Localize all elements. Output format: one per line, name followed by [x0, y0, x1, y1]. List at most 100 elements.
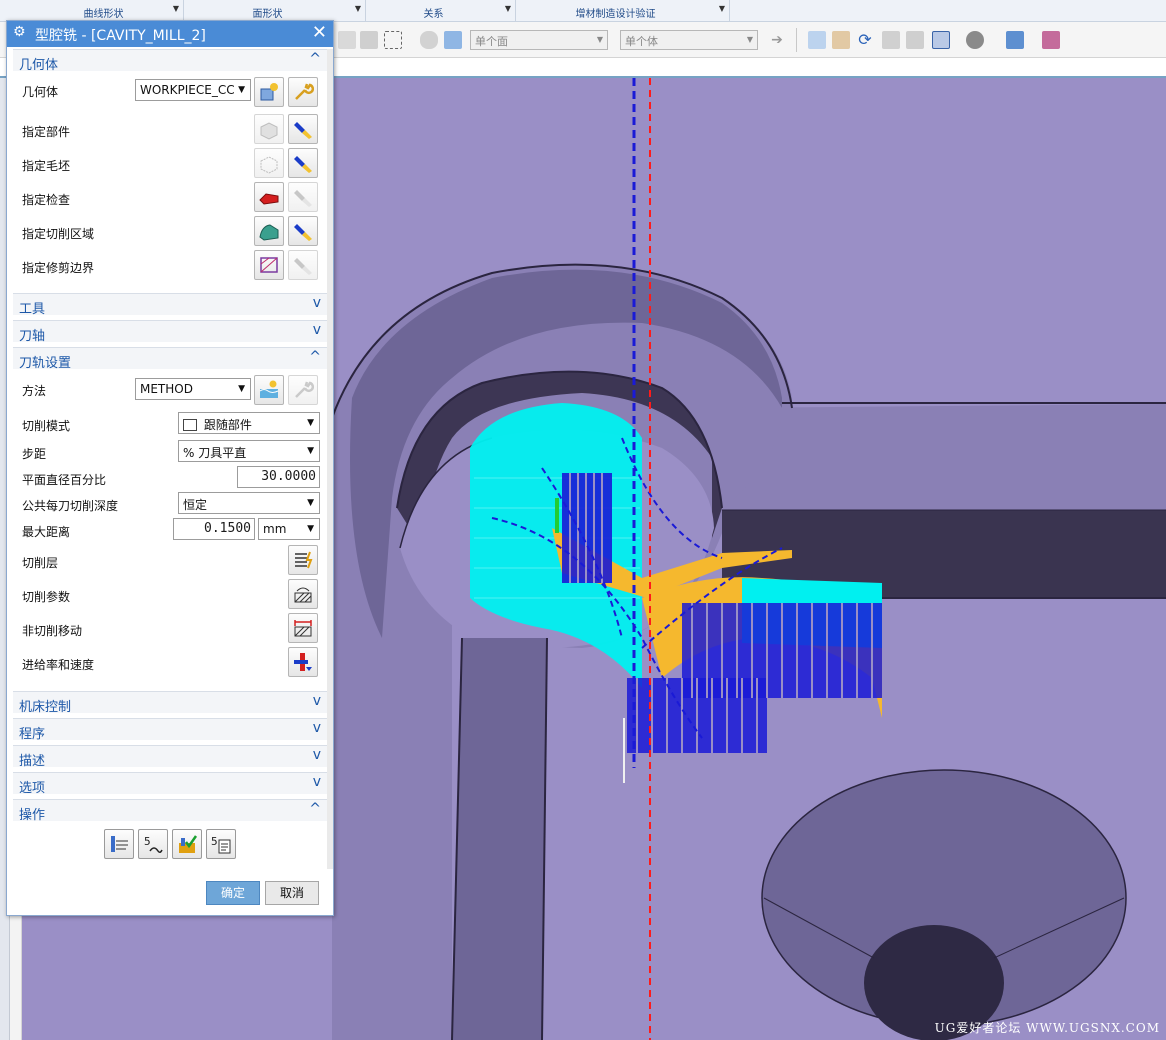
cut-parameters-button[interactable] [288, 579, 318, 609]
new-geometry-icon [260, 83, 278, 101]
face-rule-icon[interactable] [420, 31, 438, 49]
chevron-down-icon: ▼ [718, 4, 725, 13]
section-label: 机床控制 [19, 700, 72, 715]
chevron-down-icon: ▼ [596, 35, 603, 44]
flashlight-icon [294, 190, 312, 207]
render-style-icon[interactable] [932, 31, 950, 49]
face-rule-dropdown[interactable]: 单个面 ▼ [470, 30, 608, 50]
chevron-down-icon: ▼ [354, 4, 361, 13]
list-icon: 5 [211, 835, 231, 854]
section-description[interactable]: 描述 v [13, 745, 327, 769]
select-check-button[interactable] [254, 182, 284, 212]
select-cut-area-button[interactable] [254, 216, 284, 246]
common-depth-select[interactable]: 恒定 ▼ [178, 492, 320, 514]
fit-view-icon[interactable] [808, 31, 826, 49]
section-tool-axis[interactable]: 刀轴 v [13, 320, 327, 344]
section-label: 刀轴 [19, 329, 46, 344]
body-rule-icon[interactable] [444, 31, 462, 49]
percent-flat-diameter-input[interactable]: 30.0000 [237, 466, 320, 488]
cancel-button[interactable]: 取消 [265, 881, 319, 905]
replay-icon: 5 [144, 835, 163, 854]
non-cutting-moves-button[interactable] [288, 613, 318, 643]
cut-levels-button[interactable] [288, 545, 318, 575]
ribbon-group-relations[interactable]: 关系 ▼ [366, 0, 516, 22]
feeds-speeds-icon [294, 653, 312, 671]
section-label: 选项 [19, 781, 46, 796]
common-depth-value: 恒定 [183, 498, 208, 512]
view-layer-icon[interactable] [832, 31, 850, 49]
replay-toolpath-button[interactable]: 5 [138, 829, 168, 859]
rotate-icon[interactable]: ⟳ [856, 31, 874, 49]
section-label: 刀轨设置 [19, 356, 72, 371]
view-cube-icon[interactable] [1006, 31, 1024, 49]
cut-pattern-select[interactable]: 跟随部件 ▼ [178, 412, 320, 434]
rectangle-select-icon[interactable] [384, 31, 402, 49]
ok-button[interactable]: 确定 [206, 881, 260, 905]
section-actions[interactable]: 操作 ^ [13, 799, 327, 823]
stepover-select[interactable]: % 刀具平直 ▼ [178, 440, 320, 462]
display-trim-boundary-button[interactable] [288, 250, 318, 280]
select-part-button[interactable] [254, 114, 284, 144]
display-mode-icon[interactable] [966, 31, 984, 49]
gear-icon: ⚙ [13, 24, 26, 40]
chevron-down-icon: ▼ [307, 498, 314, 508]
method-select[interactable]: METHOD ▼ [135, 378, 251, 400]
display-cut-area-button[interactable] [288, 216, 318, 246]
section-machine-control[interactable]: 机床控制 v [13, 691, 327, 715]
cut-pattern-value: 跟随部件 [203, 418, 252, 432]
display-check-button[interactable] [288, 182, 318, 212]
method-select-value: METHOD [140, 382, 193, 396]
cut-pattern-label: 切削模式 [22, 419, 71, 433]
percent-flat-diameter-label: 平面直径百分比 [22, 473, 107, 487]
display-blank-button[interactable] [288, 148, 318, 178]
section-path-settings[interactable]: 刀轨设置 ^ [13, 347, 327, 371]
select-features-icon[interactable] [360, 31, 378, 49]
orient-view-icon[interactable] [906, 31, 924, 49]
section-options[interactable]: 选项 v [13, 772, 327, 796]
pan-icon[interactable] [882, 31, 900, 49]
blank-icon [260, 156, 278, 174]
close-icon[interactable]: ✕ [312, 22, 327, 44]
svg-text:5: 5 [144, 835, 151, 848]
geometry-select[interactable]: WORKPIECE_CC ▼ [135, 79, 251, 101]
feeds-speeds-button[interactable] [288, 647, 318, 677]
chevron-down-icon: v [312, 693, 321, 709]
select-objects-icon[interactable] [338, 31, 356, 49]
display-part-button[interactable] [288, 114, 318, 144]
edit-method-button[interactable] [288, 375, 318, 405]
section-view-icon[interactable] [1042, 31, 1060, 49]
chevron-down-icon: ▼ [307, 524, 314, 534]
max-distance-label: 最大距离 [22, 525, 71, 539]
section-geometry[interactable]: 几何体 ^ [13, 49, 327, 73]
new-method-button[interactable] [254, 375, 284, 405]
ribbon-group-bar: 曲线形状 ▼ 面形状 ▼ 关系 ▼ 增材制造设计验证 ▼ [0, 0, 1166, 22]
section-program[interactable]: 程序 v [13, 718, 327, 742]
ribbon-group-face-shape[interactable]: 面形状 ▼ [184, 0, 366, 22]
ribbon-group-additive[interactable]: 增材制造设计验证 ▼ [516, 0, 730, 22]
cut-area-icon [259, 224, 279, 241]
svg-text:5: 5 [211, 835, 218, 848]
toolbar-separator [796, 28, 797, 52]
section-tool[interactable]: 工具 v [13, 293, 327, 317]
max-distance-unit-select[interactable]: mm ▼ [258, 518, 320, 540]
arrow-right-icon[interactable]: ➔ [768, 31, 786, 49]
edit-geometry-button[interactable] [288, 77, 318, 107]
body-rule-dropdown[interactable]: 单个体 ▼ [620, 30, 758, 50]
chevron-up-icon: ^ [309, 51, 321, 67]
method-label: 方法 [22, 384, 47, 398]
list-toolpath-button[interactable]: 5 [206, 829, 236, 859]
generate-toolpath-button[interactable] [104, 829, 134, 859]
max-distance-input[interactable]: 0.1500 [173, 518, 255, 540]
ribbon-group-curve-shape[interactable]: 曲线形状 ▼ [38, 0, 184, 22]
dialog-scrollbar[interactable] [327, 49, 333, 869]
dialog-title-bar[interactable]: ⚙ 型腔铣 - [CAVITY_MILL_2] ✕ [7, 21, 333, 47]
dialog-title: 型腔铣 - [CAVITY_MILL_2] [35, 28, 206, 44]
verify-toolpath-button[interactable] [172, 829, 202, 859]
chevron-down-icon: v [312, 747, 321, 763]
select-blank-button[interactable] [254, 148, 284, 178]
select-trim-boundary-button[interactable] [254, 250, 284, 280]
section-label: 几何体 [19, 58, 59, 73]
ribbon-group-label: 关系 [423, 9, 444, 20]
trim-boundary-icon [260, 257, 278, 273]
new-geometry-button[interactable] [254, 77, 284, 107]
